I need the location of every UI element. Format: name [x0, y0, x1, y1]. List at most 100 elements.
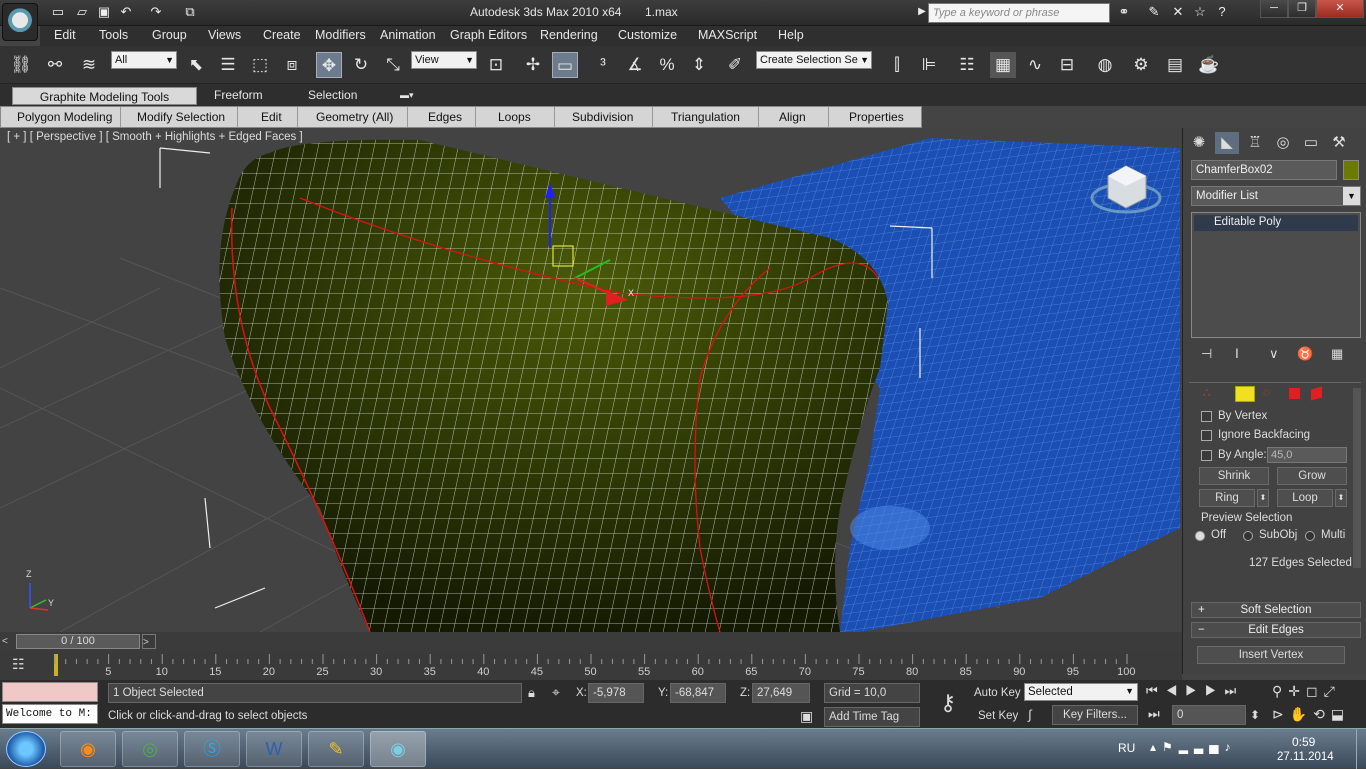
select-move-icon[interactable]: ✥ — [316, 52, 342, 78]
menu-graph-editors[interactable]: Graph Editors — [450, 28, 527, 42]
remove-modifier-icon[interactable]: ♉ — [1297, 346, 1313, 362]
time-slider-thumb[interactable]: 0 / 100 — [16, 634, 140, 649]
show-desktop-button[interactable] — [1356, 729, 1366, 769]
viewport-nav-controls-top[interactable]: ⚲✛◻⤢ — [1272, 683, 1341, 700]
time-tag-icon[interactable]: ▣ — [800, 708, 813, 725]
preview-multi-radio[interactable] — [1305, 531, 1315, 541]
tray-icons[interactable]: ▴⚑▂▃▅♪ — [1150, 740, 1236, 754]
panel-edit[interactable]: Edit — [261, 110, 282, 124]
hierarchy-tab-icon[interactable]: ♖ — [1243, 132, 1267, 154]
panel-align[interactable]: Align — [779, 110, 806, 124]
tab-graphite-modeling-tools[interactable]: Graphite Modeling Tools — [12, 87, 197, 105]
search-expand-icon[interactable]: ▶ — [916, 3, 928, 21]
select-object-icon[interactable]: ⬉ — [183, 52, 209, 78]
bind-space-warp-icon[interactable]: ≋ — [76, 52, 102, 78]
make-unique-icon[interactable]: ∨ — [1269, 346, 1279, 362]
current-frame-field[interactable]: 0 — [1172, 705, 1246, 725]
preview-subobj-radio[interactable] — [1243, 531, 1253, 541]
panel-modify-selection[interactable]: Modify Selection — [137, 110, 225, 124]
border-subobject-icon[interactable]: ◌ — [1263, 385, 1270, 399]
by-vertex-checkbox[interactable] — [1201, 411, 1212, 422]
select-scale-icon[interactable]: ⤡ — [380, 52, 406, 78]
auto-key-button[interactable]: Auto Key — [974, 687, 1021, 699]
firefox-taskbar-icon[interactable]: ◉ — [60, 731, 116, 767]
display-tab-icon[interactable]: ▭ — [1299, 132, 1323, 154]
select-manipulate-icon[interactable]: ✢ — [520, 52, 546, 78]
absolute-mode-icon[interactable]: ⌖ — [552, 684, 560, 701]
window-crossing-icon[interactable]: ⧈ — [279, 52, 305, 78]
start-button[interactable] — [6, 731, 46, 767]
modifier-list-dropdown[interactable]: Modifier List — [1191, 186, 1361, 206]
snaps-toggle-icon[interactable]: ³ — [590, 52, 616, 78]
new-file-icon[interactable]: ▭ — [48, 3, 68, 21]
clock-date[interactable]: 27.11.2014 — [1277, 751, 1334, 763]
graphite-toggle-icon[interactable]: ▦ — [990, 52, 1016, 78]
x-coordinate-field[interactable]: -5,978 — [588, 683, 644, 703]
slider-next-icon[interactable]: > — [142, 634, 156, 649]
align-icon[interactable]: ⊫ — [916, 52, 942, 78]
panel-triangulation[interactable]: Triangulation — [671, 110, 740, 124]
render-setup-icon[interactable]: ⚙ — [1128, 52, 1154, 78]
maxscript-listener-pink[interactable] — [2, 682, 98, 702]
layer-manager-icon[interactable]: ☷ — [954, 52, 980, 78]
chevron-down-icon[interactable]: ▼ — [1343, 187, 1360, 205]
menu-animation[interactable]: Animation — [380, 28, 436, 42]
save-icon[interactable]: ▣ — [94, 3, 114, 21]
word-taskbar-icon[interactable]: W — [246, 731, 302, 767]
menu-create[interactable]: Create — [263, 28, 301, 42]
loop-spinner[interactable]: ⬍ — [1335, 489, 1347, 507]
panel-scrollbar[interactable] — [1353, 388, 1361, 568]
rect-selection-icon[interactable]: ⬚ — [247, 52, 273, 78]
menu-help[interactable]: Help — [778, 28, 804, 42]
named-selection-dropdown[interactable]: Create Selection Se ▼ — [756, 51, 872, 69]
favorites-icon[interactable]: ☆ — [1190, 3, 1210, 21]
by-angle-checkbox[interactable] — [1201, 450, 1212, 461]
ignore-backfacing-checkbox[interactable] — [1201, 430, 1212, 441]
playback-controls[interactable]: ⏮◀▶▶⏭ — [1146, 683, 1244, 699]
percent-snap-icon[interactable]: % — [654, 52, 680, 78]
menu-views[interactable]: Views — [208, 28, 241, 42]
exchange-icon[interactable]: ✕ — [1168, 3, 1188, 21]
viewport-nav-controls-bottom[interactable]: ⊳✋⟲⬓ — [1272, 706, 1350, 723]
selection-filter-dropdown[interactable]: All ▼ — [111, 51, 177, 69]
search-input[interactable]: Type a keyword or phrase — [928, 3, 1110, 23]
paint-taskbar-icon[interactable]: ✎ — [308, 731, 364, 767]
maxscript-listener[interactable]: Welcome to M: — [2, 704, 98, 724]
modify-tab-icon[interactable]: ◣ — [1215, 132, 1239, 154]
time-config-icon[interactable]: ⬍ — [1250, 708, 1260, 722]
insert-vertex-button[interactable]: Insert Vertex — [1197, 646, 1345, 664]
tangent-icon[interactable]: ∫ — [1028, 707, 1032, 722]
configure-sets-icon[interactable]: ▦ — [1331, 346, 1343, 362]
loop-button[interactable]: Loop — [1277, 489, 1333, 507]
pivot-center-icon[interactable]: ⊡ — [483, 52, 509, 78]
panel-subdivision[interactable]: Subdivision — [572, 110, 633, 124]
spinner-snap-icon[interactable]: ⇕ — [686, 52, 712, 78]
app-logo-icon[interactable] — [2, 3, 38, 41]
edge-subobject-icon[interactable] — [1235, 386, 1255, 402]
set-key-big-icon[interactable]: ⚷ — [928, 690, 968, 720]
schematic-view-icon[interactable]: ⊟ — [1054, 52, 1080, 78]
keyboard-shortcut-toggle-icon[interactable]: ▭ — [552, 52, 578, 78]
ring-button[interactable]: Ring — [1199, 489, 1255, 507]
perspective-viewport[interactable]: [ + ] [ Perspective ] [ Smooth + Highlig… — [0, 128, 1180, 632]
undo-icon[interactable]: ↶ — [116, 3, 136, 21]
grow-button[interactable]: Grow — [1277, 467, 1347, 485]
key-mode-dropdown[interactable]: Selected ▼ — [1024, 683, 1138, 701]
angle-spinner[interactable]: 45,0 — [1267, 447, 1347, 463]
material-editor-icon[interactable]: ◍ — [1092, 52, 1118, 78]
panel-geometry-all[interactable]: Geometry (All) — [316, 110, 393, 124]
reference-coordinate-dropdown[interactable]: View ▼ — [411, 51, 477, 69]
z-coordinate-field[interactable]: 27,649 — [752, 683, 810, 703]
motion-tab-icon[interactable]: ◎ — [1271, 132, 1295, 154]
shrink-button[interactable]: Shrink — [1199, 467, 1269, 485]
minimize-button[interactable]: ─ — [1260, 0, 1288, 18]
ring-spinner[interactable]: ⬍ — [1257, 489, 1269, 507]
menu-tools[interactable]: Tools — [99, 28, 128, 42]
tab-freeform[interactable]: Freeform — [214, 88, 263, 102]
select-rotate-icon[interactable]: ↻ — [348, 52, 374, 78]
panel-polygon-modeling[interactable]: Polygon Modeling — [17, 110, 112, 124]
skype-taskbar-icon[interactable]: Ⓢ — [184, 731, 240, 767]
add-time-tag-button[interactable]: Add Time Tag — [824, 707, 920, 727]
menu-group[interactable]: Group — [152, 28, 187, 42]
clock-time[interactable]: 0:59 — [1292, 735, 1315, 749]
